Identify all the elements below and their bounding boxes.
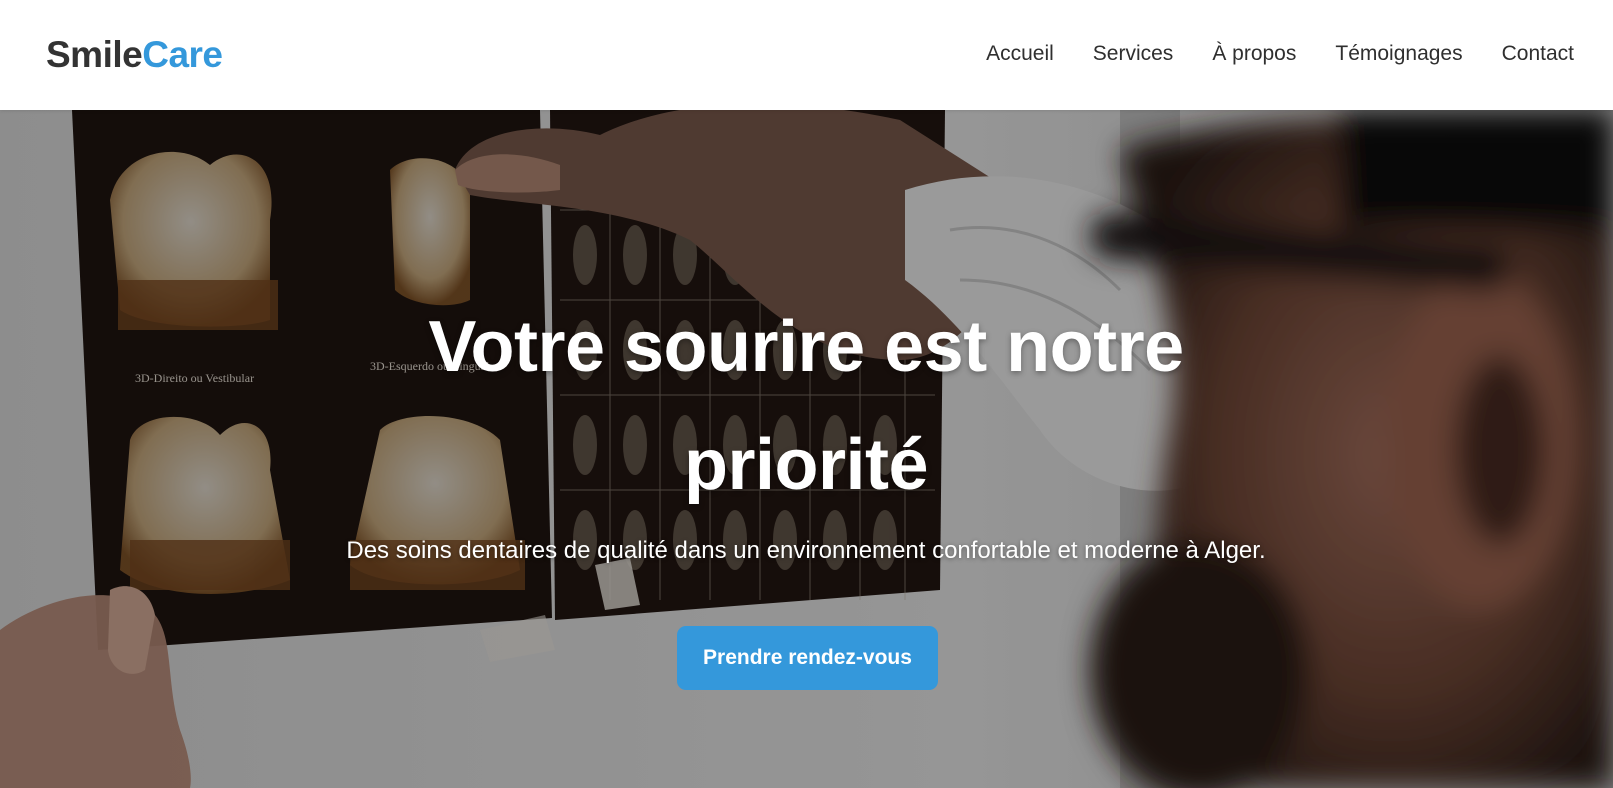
logo[interactable]: SmileCare — [46, 30, 223, 80]
page: SmileCare Accueil Services À propos Témo… — [0, 0, 1613, 788]
logo-accent-text: Care — [142, 34, 223, 75]
hero-content: Votre sourire est notre priorité Des soi… — [0, 110, 1613, 788]
book-appointment-button[interactable]: Prendre rendez-vous — [677, 626, 938, 690]
nav-link-temoignages[interactable]: Témoignages — [1335, 38, 1462, 70]
hero-title: Votre sourire est notre priorité — [428, 307, 1184, 505]
nav-link-services[interactable]: Services — [1093, 38, 1174, 70]
nav-link-accueil[interactable]: Accueil — [986, 38, 1054, 70]
nav-link-a-propos[interactable]: À propos — [1212, 38, 1296, 70]
logo-primary-text: Smile — [46, 34, 143, 75]
nav-link-contact[interactable]: Contact — [1502, 38, 1574, 70]
hero-subtitle: Des soins dentaires de qualité dans un e… — [346, 537, 1266, 564]
hero-section: 3D-Direito ou Vestibular 3D-Esquerdo ou … — [0, 110, 1613, 788]
main-nav: Accueil Services À propos Témoignages Co… — [986, 38, 1574, 70]
site-header: SmileCare Accueil Services À propos Témo… — [0, 0, 1613, 110]
